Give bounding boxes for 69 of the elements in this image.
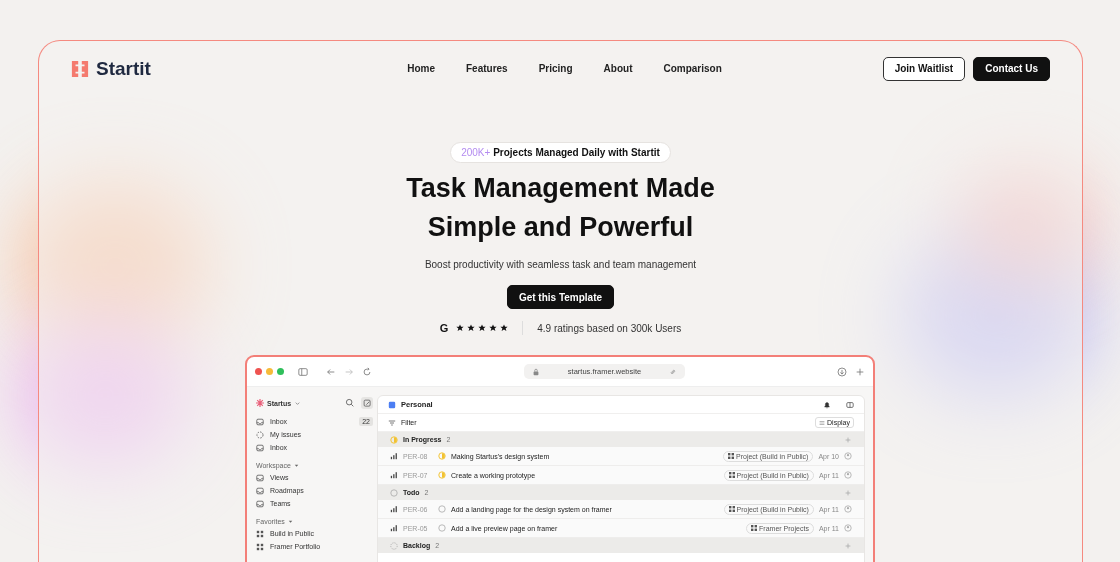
contact-button[interactable]: Contact Us	[973, 56, 1050, 81]
dashed-circle-icon	[256, 430, 264, 439]
nav-link[interactable]: Comparison	[663, 63, 722, 74]
hero-subtitle: Boost productivity with seamless task and team management	[424, 259, 697, 270]
rating-text: 4.9 ratings based on 300k Users	[537, 322, 682, 334]
plus-icon[interactable]	[844, 435, 852, 444]
assignee-avatar-icon[interactable]	[844, 452, 852, 460]
download-icon[interactable]	[837, 366, 847, 377]
half-circle-icon	[390, 435, 398, 444]
assignee-avatar-icon[interactable]	[844, 524, 852, 532]
star-icon	[456, 324, 465, 332]
grid-icon	[728, 453, 734, 459]
filter-icon[interactable]	[388, 418, 396, 427]
nav-link[interactable]: Features	[466, 63, 508, 74]
priority-bars-icon	[390, 471, 398, 479]
caret-icon	[292, 462, 300, 469]
star-icon	[489, 324, 498, 332]
caret-icon	[286, 518, 294, 525]
nav-link[interactable]: About	[603, 63, 633, 74]
sliders-icon	[819, 419, 826, 426]
nav-link[interactable]: Pricing	[538, 63, 573, 74]
logo-icon	[71, 59, 89, 78]
star-icon	[478, 324, 487, 332]
plus-icon[interactable]	[844, 488, 852, 497]
hero-title: Task Management Made Simple and Powerful	[406, 172, 715, 244]
caret-icon	[294, 399, 302, 407]
empty-circle-icon	[438, 524, 446, 532]
maximize-dot[interactable]	[277, 368, 284, 375]
rating-logo: G	[439, 322, 449, 334]
sidebar-toggle-icon[interactable]	[298, 366, 308, 377]
inbox-icon	[256, 443, 264, 452]
priority-bars-icon	[390, 524, 398, 532]
grid-icon	[728, 472, 735, 478]
star-icon	[500, 324, 509, 332]
grid-icon	[751, 525, 758, 531]
bell-icon[interactable]	[823, 400, 831, 409]
inbox-icon	[256, 417, 264, 426]
empty-circle-icon	[438, 505, 446, 513]
close-dot[interactable]	[255, 368, 262, 375]
link-icon	[669, 367, 678, 376]
forward-arrow-icon[interactable]	[344, 366, 354, 377]
dashed-circle-icon	[390, 541, 398, 550]
brand-name: Startit	[96, 57, 151, 80]
star-icon	[467, 324, 476, 332]
assignee-avatar-icon[interactable]	[844, 471, 852, 479]
half-circle-icon	[438, 452, 446, 460]
priority-bars-icon	[390, 452, 398, 460]
get-template-button[interactable]: Get this Template	[506, 285, 615, 309]
empty-circle-icon	[390, 488, 398, 497]
compose-button[interactable]	[361, 397, 373, 409]
back-arrow-icon[interactable]	[326, 366, 336, 377]
grid-icon	[256, 529, 264, 538]
plus-icon[interactable]	[844, 541, 852, 550]
plus-icon[interactable]	[855, 366, 865, 377]
half-circle-icon	[438, 471, 446, 479]
nav-link[interactable]: Home	[407, 63, 435, 74]
grid-icon	[728, 506, 735, 512]
reload-icon[interactable]	[362, 366, 372, 377]
join-waitlist-button[interactable]: Join Waitlist	[882, 56, 966, 81]
minimize-dot[interactable]	[266, 368, 273, 375]
search-icon[interactable]	[345, 398, 355, 408]
panel-toggle-icon[interactable]	[846, 400, 854, 409]
announcement-badge: 200K+ Projects Managed Daily with Startit	[450, 142, 671, 163]
grid-icon	[256, 542, 264, 551]
priority-bars-icon	[390, 505, 398, 513]
lock-icon	[531, 367, 540, 376]
assignee-avatar-icon[interactable]	[844, 505, 852, 513]
workspace-logo-icon	[256, 399, 264, 407]
folder-icon	[388, 400, 396, 409]
